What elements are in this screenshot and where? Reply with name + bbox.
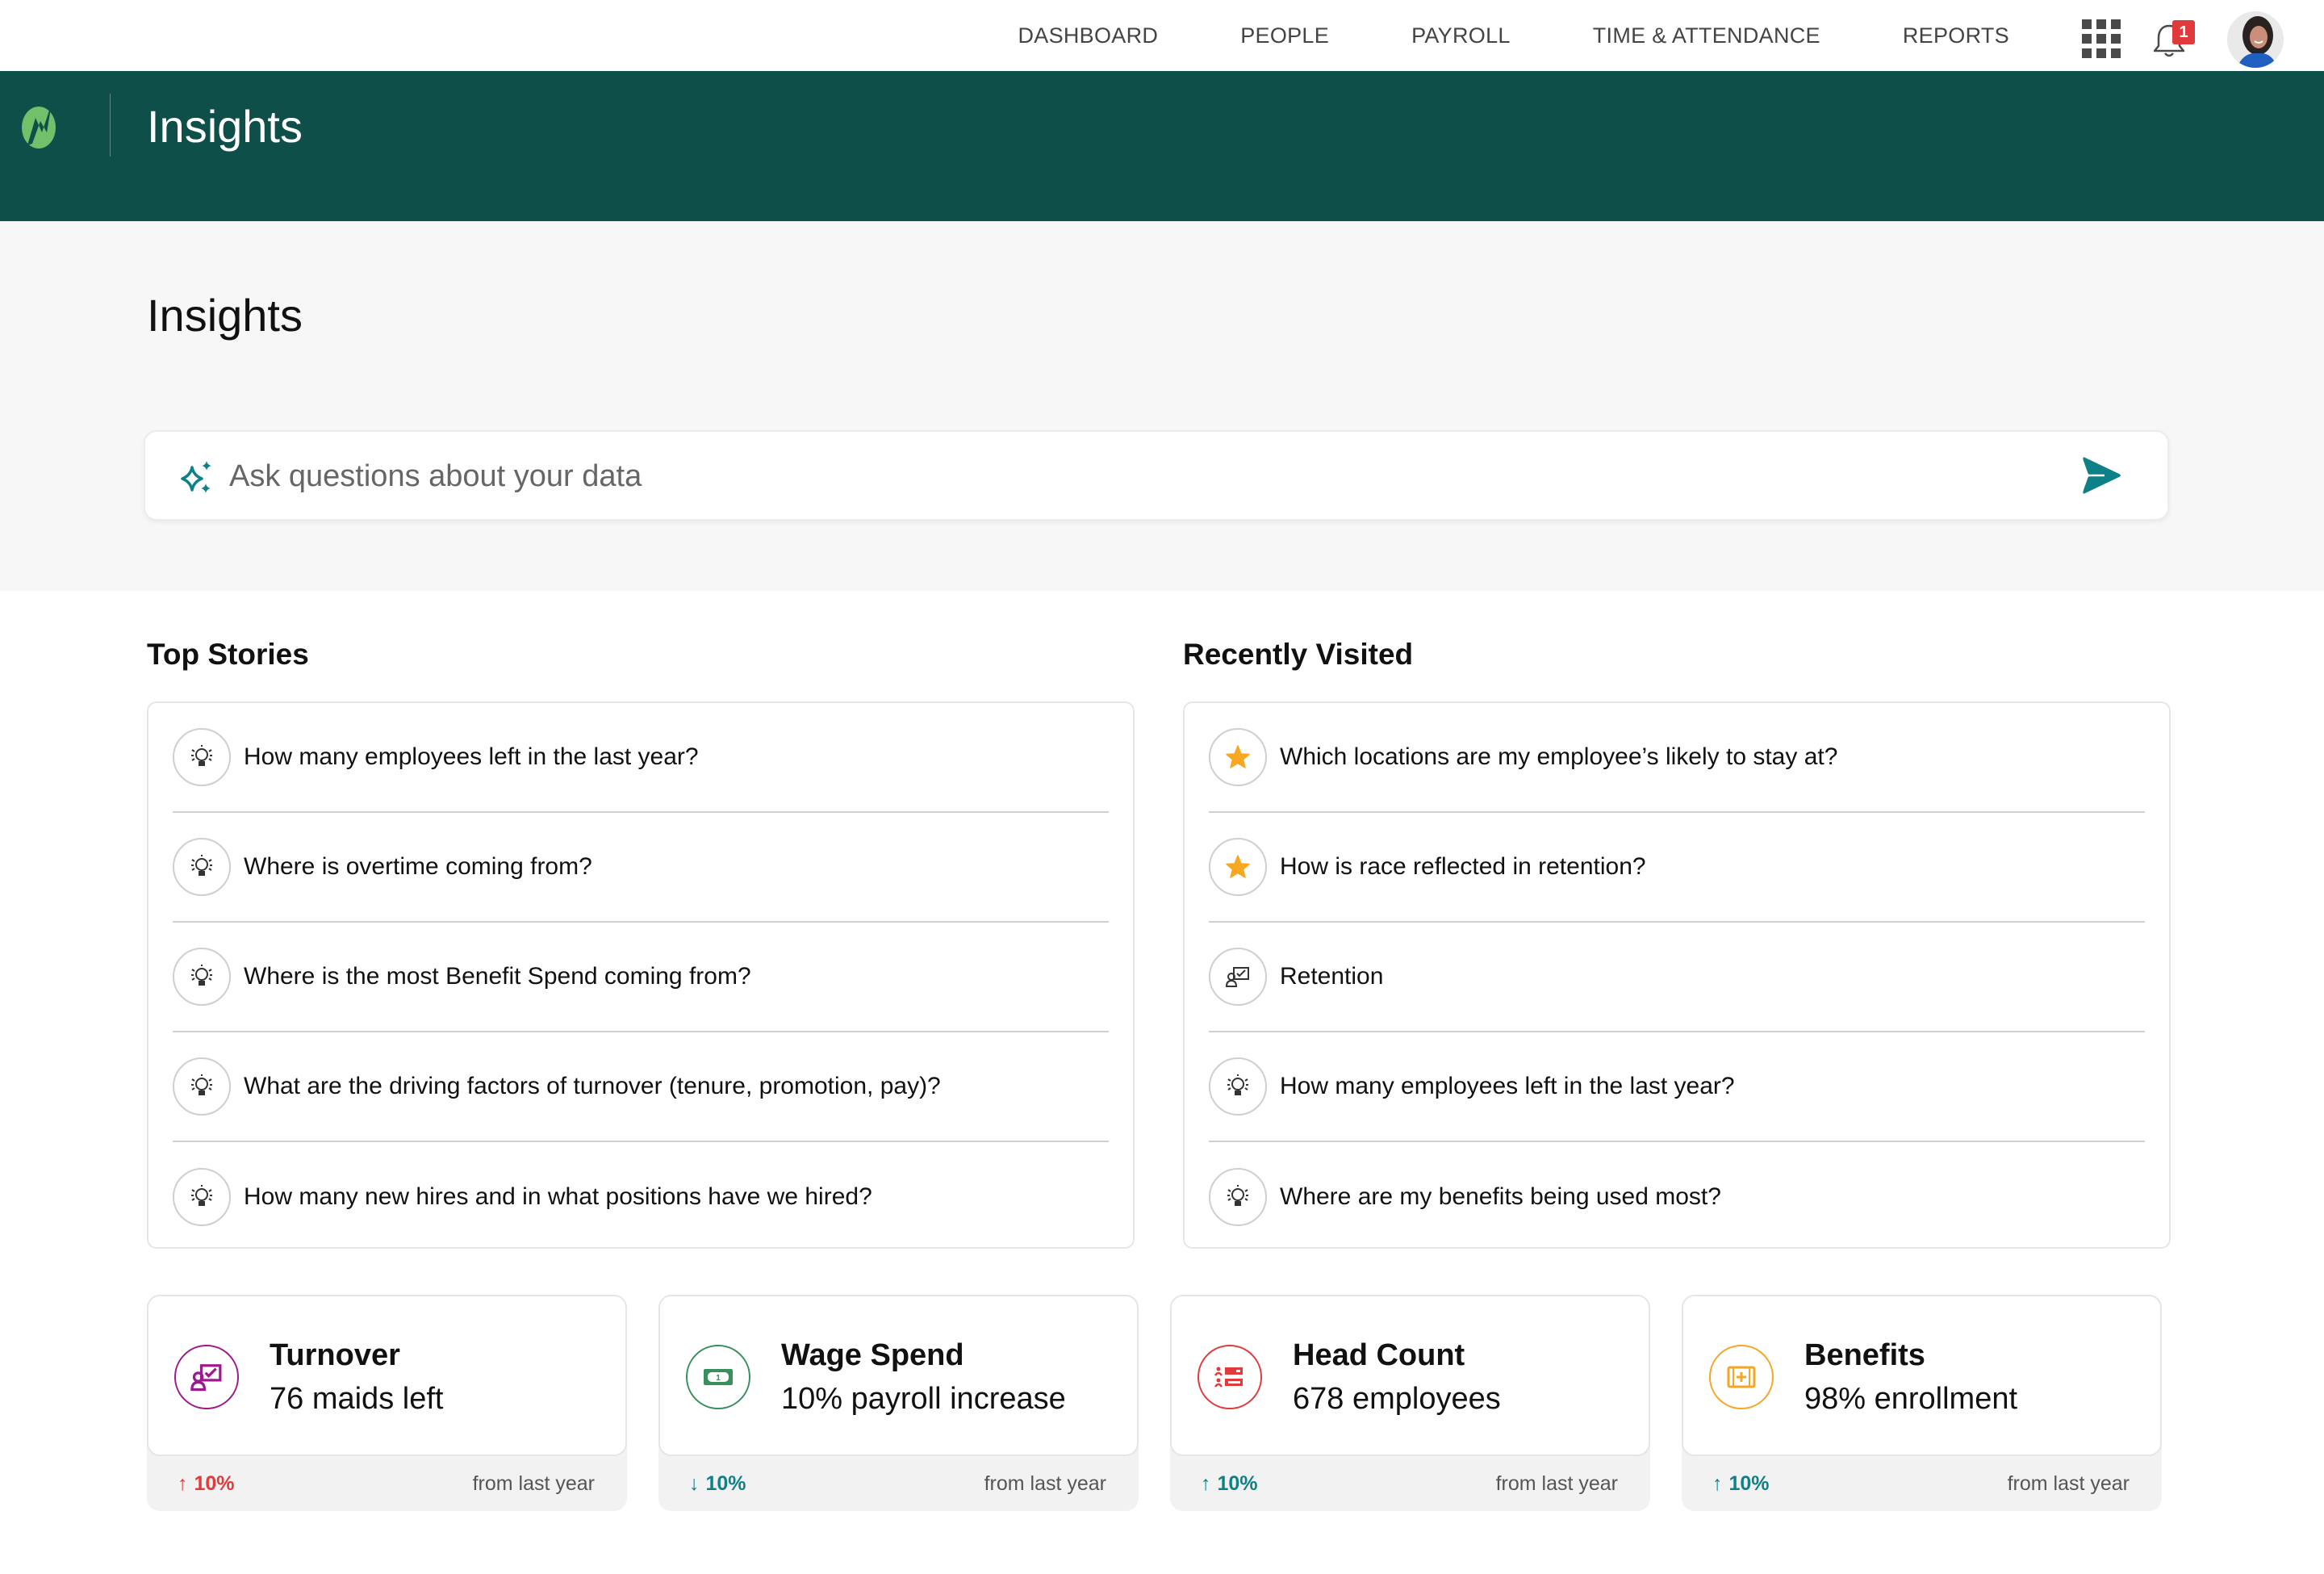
stat-comparison: from last year bbox=[2007, 1471, 2130, 1495]
ask-question-box bbox=[144, 430, 2169, 521]
stat-card-head-count[interactable]: Head Count 678 employees ↑ 10% from last… bbox=[1170, 1295, 1650, 1511]
top-stories-list: How many employees left in the last year… bbox=[147, 701, 1135, 1249]
svg-text:1: 1 bbox=[716, 1374, 721, 1383]
list-item[interactable]: Retention bbox=[1209, 923, 2145, 1032]
stat-delta-value: 10% bbox=[194, 1471, 235, 1495]
logo-icon[interactable] bbox=[21, 100, 56, 152]
stat-footer: ↓ 10% from last year bbox=[658, 1456, 1139, 1511]
stat-delta-value: 10% bbox=[705, 1471, 746, 1495]
stat-card-body: 1 Wage Spend 10% payroll increase bbox=[658, 1295, 1139, 1456]
list-item-label: How many employees left in the last year… bbox=[1280, 1073, 1735, 1099]
nav-dashboard[interactable]: DASHBOARD bbox=[1018, 23, 1158, 48]
stat-value: 98% enrollment bbox=[1804, 1382, 2018, 1416]
lightbulb-icon bbox=[173, 838, 231, 896]
nav-payroll[interactable]: PAYROLL bbox=[1411, 23, 1511, 48]
list-item[interactable]: How many employees left in the last year… bbox=[1209, 1032, 2145, 1142]
stat-card-body: Head Count 678 employees bbox=[1170, 1295, 1650, 1456]
list-item[interactable]: How many new hires and in what positions… bbox=[173, 1142, 1109, 1252]
stat-delta-value: 10% bbox=[1217, 1471, 1258, 1495]
list-item-label: What are the driving factors of turnover… bbox=[244, 1073, 941, 1099]
list-item[interactable]: What are the driving factors of turnover… bbox=[173, 1032, 1109, 1142]
stat-comparison: from last year bbox=[1495, 1471, 1618, 1495]
stat-card-turnover[interactable]: Turnover 76 maids left ↑ 10% from last y… bbox=[147, 1295, 627, 1511]
stat-footer: ↑ 10% from last year bbox=[147, 1456, 627, 1511]
lightbulb-icon bbox=[173, 728, 231, 786]
header-divider bbox=[110, 94, 111, 157]
benefits-icon bbox=[1709, 1345, 1774, 1409]
arrow-up-icon: ↑ bbox=[1201, 1471, 1211, 1495]
app-title: Insights bbox=[147, 101, 303, 152]
stat-card-wage-spend[interactable]: 1 Wage Spend 10% payroll increase ↓ 10% … bbox=[658, 1295, 1139, 1511]
turnover-icon bbox=[174, 1345, 239, 1409]
lightbulb-icon bbox=[173, 948, 231, 1006]
stat-footer: ↑ 10% from last year bbox=[1170, 1456, 1650, 1511]
recently-visited-heading: Recently Visited bbox=[1183, 638, 1414, 671]
stat-card-benefits[interactable]: Benefits 98% enrollment ↑ 10% from last … bbox=[1682, 1295, 2162, 1511]
list-item-label: How many new hires and in what positions… bbox=[244, 1183, 872, 1210]
lightbulb-icon bbox=[1209, 1168, 1267, 1226]
lightbulb-icon bbox=[173, 1057, 231, 1116]
top-navigation: DASHBOARD PEOPLE PAYROLL TIME & ATTENDAN… bbox=[0, 0, 2324, 71]
nav-people[interactable]: PEOPLE bbox=[1240, 23, 1329, 48]
arrow-down-icon: ↓ bbox=[689, 1471, 700, 1495]
list-item[interactable]: Where is overtime coming from? bbox=[173, 813, 1109, 923]
star-icon bbox=[1209, 838, 1267, 896]
top-stories-heading: Top Stories bbox=[147, 638, 309, 671]
stat-title: Wage Spend bbox=[781, 1338, 964, 1372]
stat-title: Head Count bbox=[1293, 1338, 1465, 1372]
headcount-icon bbox=[1198, 1345, 1262, 1409]
stat-card-body: Turnover 76 maids left bbox=[147, 1295, 627, 1456]
stat-title: Benefits bbox=[1804, 1338, 1925, 1372]
list-item-label: Where is overtime coming from? bbox=[244, 853, 592, 880]
send-icon[interactable] bbox=[2080, 454, 2122, 496]
stat-delta: ↑ 10% bbox=[1712, 1472, 1770, 1496]
list-item-label: Where is the most Benefit Spend coming f… bbox=[244, 963, 751, 990]
stat-value: 10% payroll increase bbox=[781, 1382, 1066, 1416]
list-item[interactable]: Where are my benefits being used most? bbox=[1209, 1142, 2145, 1252]
list-item[interactable]: How many employees left in the last year… bbox=[173, 703, 1109, 813]
stat-footer: ↑ 10% from last year bbox=[1682, 1456, 2162, 1511]
main-nav-links: DASHBOARD PEOPLE PAYROLL TIME & ATTENDAN… bbox=[935, 0, 2009, 71]
sparkle-icon bbox=[181, 461, 211, 493]
retention-icon bbox=[1209, 948, 1267, 1006]
stat-delta: ↓ 10% bbox=[689, 1472, 746, 1496]
list-item-label: Retention bbox=[1280, 963, 1384, 990]
stat-delta: ↑ 10% bbox=[1201, 1472, 1258, 1496]
list-item-label: Where are my benefits being used most? bbox=[1280, 1183, 1721, 1210]
profile-photo bbox=[2227, 11, 2284, 68]
list-item[interactable]: How is race reflected in retention? bbox=[1209, 813, 2145, 923]
arrow-up-icon: ↑ bbox=[1712, 1471, 1723, 1495]
lightbulb-icon bbox=[1209, 1057, 1267, 1116]
list-item-label: Which locations are my employee’s likely… bbox=[1280, 743, 1838, 770]
list-item[interactable]: Where is the most Benefit Spend coming f… bbox=[173, 923, 1109, 1032]
stat-comparison: from last year bbox=[472, 1471, 595, 1495]
nav-reports[interactable]: REPORTS bbox=[1903, 23, 2009, 48]
arrow-up-icon: ↑ bbox=[178, 1471, 188, 1495]
notification-badge: 1 bbox=[2172, 20, 2195, 44]
ask-question-input[interactable] bbox=[229, 448, 2004, 504]
page-title: Insights bbox=[147, 290, 303, 341]
list-item-label: How is race reflected in retention? bbox=[1280, 853, 1646, 880]
nav-time-attendance[interactable]: TIME & ATTENDANCE bbox=[1593, 23, 1820, 48]
stat-comparison: from last year bbox=[984, 1471, 1106, 1495]
apps-grid-icon[interactable] bbox=[2082, 19, 2121, 58]
avatar[interactable] bbox=[2227, 11, 2284, 68]
stat-value: 678 employees bbox=[1293, 1382, 1501, 1416]
recently-visited-list: Which locations are my employee’s likely… bbox=[1183, 701, 2171, 1249]
list-item-label: How many employees left in the last year… bbox=[244, 743, 699, 770]
stat-delta-value: 10% bbox=[1728, 1471, 1770, 1495]
star-icon bbox=[1209, 728, 1267, 786]
money-icon: 1 bbox=[686, 1345, 750, 1409]
list-item[interactable]: Which locations are my employee’s likely… bbox=[1209, 703, 2145, 813]
hero-section: Insights bbox=[0, 221, 2324, 591]
stat-card-body: Benefits 98% enrollment bbox=[1682, 1295, 2162, 1456]
app-header: Insights bbox=[0, 71, 2324, 221]
stat-title: Turnover bbox=[270, 1338, 400, 1372]
stat-delta: ↑ 10% bbox=[178, 1472, 235, 1496]
stat-value: 76 maids left bbox=[270, 1382, 444, 1416]
lightbulb-icon bbox=[173, 1168, 231, 1226]
